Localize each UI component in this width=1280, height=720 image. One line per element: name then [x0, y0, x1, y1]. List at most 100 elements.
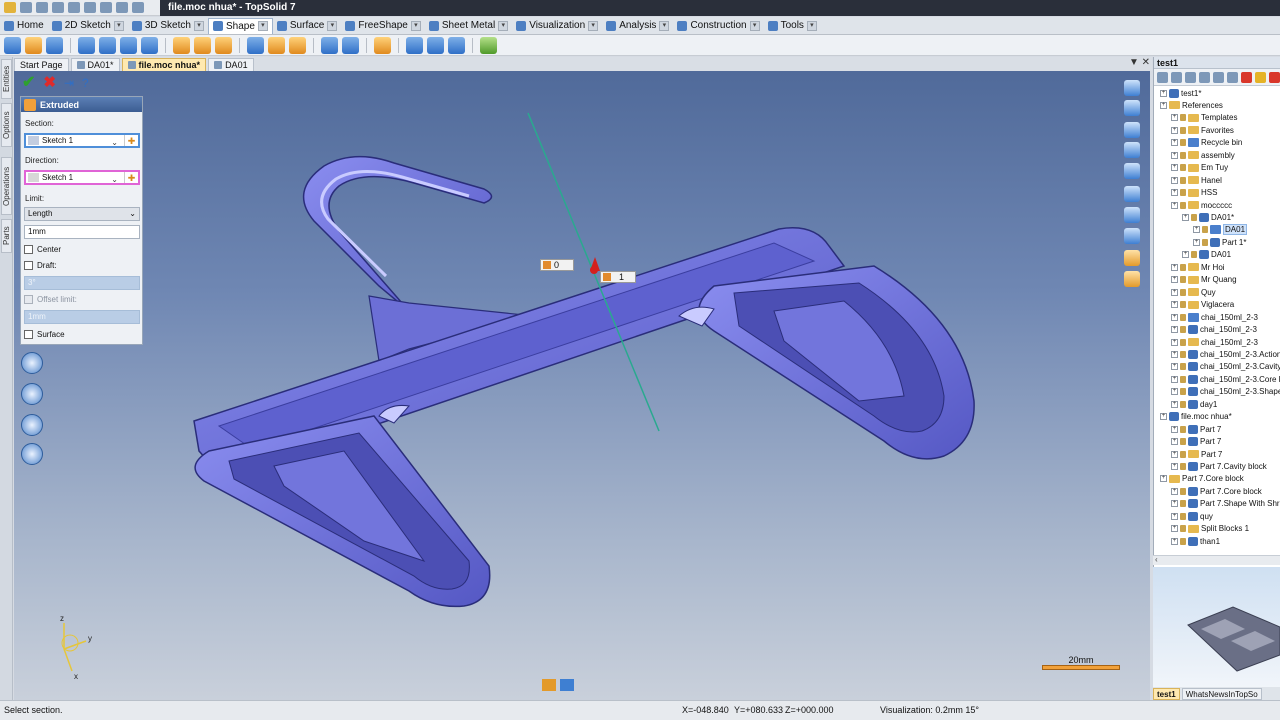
ribbon-tab-surface[interactable]: Surface ▾ [273, 18, 341, 34]
ribbon-tab-home[interactable]: Home [0, 18, 48, 34]
expand-icon[interactable]: + [1182, 214, 1189, 221]
zoom-window-icon[interactable] [1124, 186, 1140, 202]
tree-item[interactable]: + Em Tuy [1171, 162, 1228, 174]
tree-item[interactable]: + Split Blocks 1 [1171, 523, 1249, 535]
expand-icon[interactable]: + [1171, 276, 1178, 284]
expand-icon[interactable]: + [1193, 226, 1200, 234]
tree-tool-icon[interactable] [1213, 71, 1224, 83]
tree-item[interactable]: + Part 7.Core block [1171, 485, 1262, 497]
expand-icon[interactable]: + [1171, 176, 1178, 184]
error-icon[interactable] [1269, 71, 1280, 83]
expand-icon[interactable]: + [1171, 313, 1178, 321]
limit-select[interactable]: Length ⌄ [24, 207, 140, 221]
expand-icon[interactable]: + [1160, 101, 1167, 109]
undo-icon[interactable] [84, 2, 96, 13]
measure-icon[interactable] [1124, 250, 1140, 266]
chevron-down-icon[interactable]: ▾ [327, 20, 338, 31]
snap-icon[interactable] [1124, 142, 1140, 158]
chamfer-tool-icon[interactable] [194, 36, 211, 54]
tree-item[interactable]: + chai_150ml_2-3 [1171, 324, 1257, 336]
ribbon-tab-2d-sketch[interactable]: 2D Sketch ▾ [48, 18, 128, 34]
zoom-icon[interactable] [1124, 207, 1140, 223]
part-model-view[interactable]: z y x [14, 71, 1150, 700]
chevron-down-icon[interactable]: ▾ [659, 20, 670, 31]
expand-icon[interactable]: + [1171, 350, 1178, 358]
chevron-down-icon[interactable]: ▾ [588, 20, 599, 31]
document-tab[interactable]: Start Page [14, 58, 69, 71]
pattern-tool-icon[interactable] [406, 36, 423, 54]
camera-icon[interactable] [560, 679, 574, 691]
expand-icon[interactable]: + [1171, 537, 1178, 545]
pocket-tool-icon[interactable] [289, 36, 306, 54]
expand-icon[interactable]: + [1160, 413, 1167, 421]
tree-item[interactable]: + day1 [1171, 398, 1217, 410]
ribbon-tab-visualization[interactable]: Visualization ▾ [512, 18, 602, 34]
block-tool-icon[interactable] [78, 36, 95, 54]
chevron-down-icon[interactable]: ▾ [749, 20, 760, 31]
expand-icon[interactable]: + [1160, 475, 1167, 483]
sweep-tool-icon[interactable] [46, 36, 63, 54]
tree-item[interactable]: + Part 7.Cavity block [1171, 461, 1267, 473]
side-tab-operations[interactable]: Operations [1, 157, 12, 215]
ribbon-tab-tools[interactable]: Tools ▾ [764, 18, 821, 34]
tree-item[interactable]: + References [1160, 99, 1223, 111]
tree-item[interactable]: + Hanel [1171, 174, 1222, 186]
tree-tool-icon[interactable] [1185, 71, 1196, 83]
document-tab[interactable]: DA01* [70, 58, 120, 71]
align-icon[interactable] [1124, 122, 1140, 138]
ribbon-tab-construction[interactable]: Construction ▾ [673, 18, 763, 34]
ok-check-icon[interactable]: ✔ [22, 75, 35, 91]
tree-item[interactable]: + chai_150ml_2-3.Shape V [1171, 386, 1280, 398]
document-tab[interactable]: DA01 [208, 58, 254, 71]
direction-field[interactable]: Sketch 1 ⌄ ✚ [24, 170, 140, 185]
expand-icon[interactable]: + [1171, 388, 1178, 396]
chevron-down-icon[interactable]: ⌄ [129, 208, 136, 220]
flag-icon[interactable] [1241, 71, 1252, 83]
length-input[interactable]: 1mm [24, 225, 140, 239]
warning-icon[interactable] [1255, 71, 1266, 83]
ribbon-tab-sheet-metal[interactable]: Sheet Metal ▾ [425, 18, 512, 34]
revolve-tool-icon[interactable] [25, 36, 42, 54]
expand-icon[interactable]: + [1171, 400, 1178, 408]
expand-icon[interactable]: + [1171, 114, 1178, 122]
bottom-tab[interactable]: test1 [1153, 687, 1180, 700]
print-icon[interactable] [68, 2, 80, 13]
direction-origin-icon[interactable] [590, 266, 598, 274]
shell-tool-icon[interactable] [247, 36, 264, 54]
tree-item[interactable]: + Recycle bin [1171, 137, 1242, 149]
new-icon[interactable] [20, 2, 32, 13]
save-icon[interactable] [36, 2, 48, 13]
tree-item[interactable]: + chai_150ml_2-3.Cavity b [1171, 361, 1280, 373]
tree-item[interactable]: + Part 7 [1171, 436, 1221, 448]
expand-icon[interactable]: + [1171, 301, 1178, 309]
check-tool-icon[interactable] [480, 36, 497, 54]
move-frame-icon[interactable] [1124, 100, 1140, 116]
help-icon[interactable]: ? [82, 76, 89, 90]
section-field[interactable]: Sketch 1 ⌄ ✚ [24, 133, 140, 148]
tree-item[interactable]: + DA01 [1182, 249, 1231, 261]
tree-item[interactable]: + than1 [1171, 535, 1220, 547]
pick-icon[interactable]: ✚ [124, 135, 138, 146]
cone-tool-icon[interactable] [141, 36, 158, 54]
tree-tool-icon[interactable] [1227, 71, 1238, 83]
tree-item[interactable]: + chai_150ml_2-3.Core bl [1171, 373, 1280, 385]
handle-badge-0[interactable]: 0 [540, 259, 574, 271]
surface-checkbox[interactable]: Surface [24, 330, 65, 339]
expand-icon[interactable]: + [1171, 512, 1178, 520]
expand-icon[interactable]: + [1171, 288, 1178, 296]
operation-button-3[interactable] [21, 414, 43, 436]
tree-item[interactable]: + chai_150ml_2-3.Action [1171, 348, 1280, 360]
chevron-down-icon[interactable]: ▾ [410, 20, 421, 31]
tree-item[interactable]: + file.moc nhua* [1160, 411, 1232, 423]
document-tabs-controls[interactable]: ▼ ✕ [1129, 57, 1150, 68]
side-tab-entities[interactable]: Entities [1, 59, 12, 99]
expand-icon[interactable]: + [1171, 139, 1178, 147]
app-menu-icon[interactable] [4, 2, 16, 13]
checkbox-box[interactable] [24, 261, 33, 270]
split-tool-icon[interactable] [342, 36, 359, 54]
tree-item[interactable]: + chai_150ml_2-3 [1171, 336, 1258, 348]
expand-icon[interactable]: + [1171, 500, 1178, 508]
scroll-left-icon[interactable]: ‹ [1155, 555, 1158, 564]
tree-item[interactable]: + Part 7.Core block [1160, 473, 1244, 485]
handle-badge-1[interactable]: 1 [600, 271, 636, 283]
